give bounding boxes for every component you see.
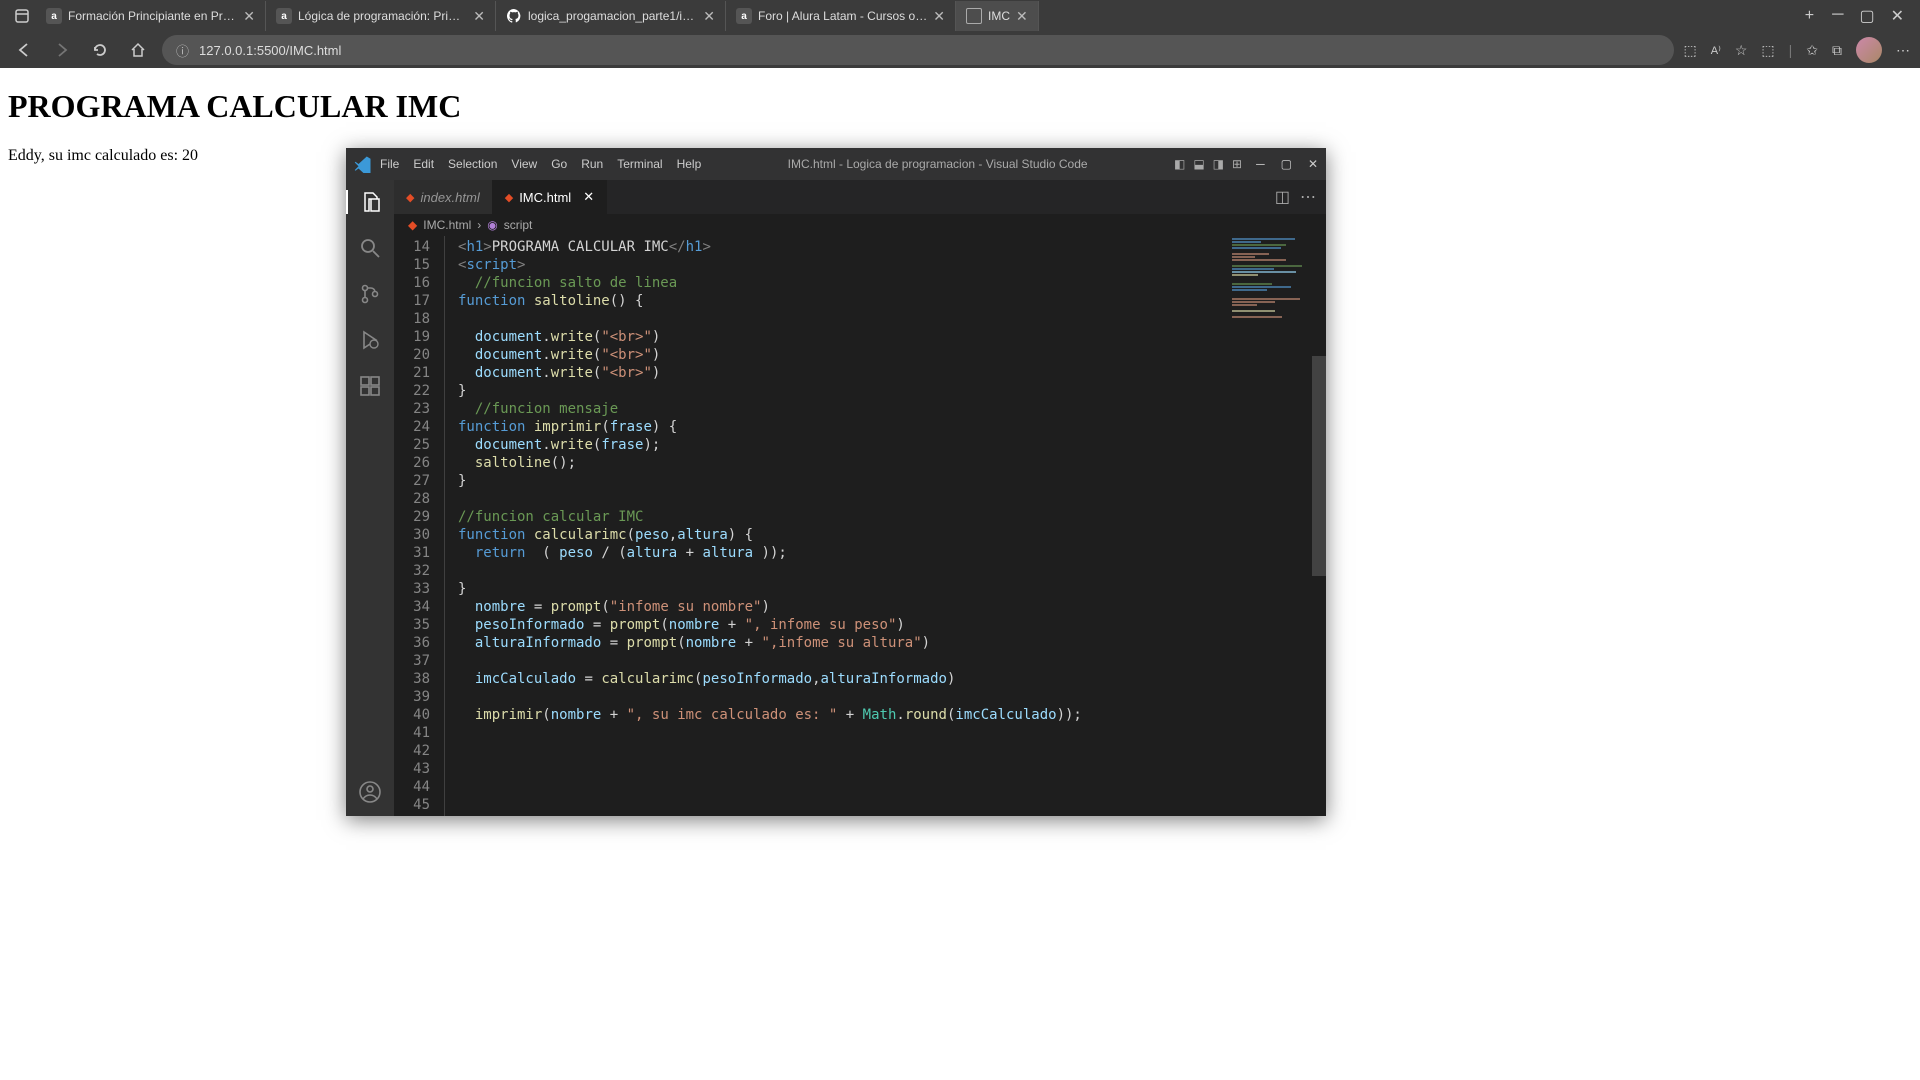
close-icon[interactable]: ✕: [1891, 6, 1904, 26]
html-file-icon: ◆: [406, 191, 414, 204]
maximize-icon[interactable]: ▢: [1859, 6, 1874, 26]
browser-tab[interactable]: a Lógica de programación: Primero ✕: [266, 1, 496, 31]
scrollbar-thumb[interactable]: [1312, 356, 1326, 576]
url-text: 127.0.0.1:5500/IMC.html: [199, 43, 341, 58]
code-editor[interactable]: 1415161718192021222324252627282930313233…: [394, 236, 1326, 816]
favicon-github-icon: [506, 8, 522, 24]
add-favorite-icon[interactable]: ✩: [1806, 42, 1818, 59]
tab-title: Formación Principiante en Progr: [68, 9, 237, 23]
menu-terminal[interactable]: Terminal: [617, 157, 662, 171]
collections-icon[interactable]: ⧉: [1832, 42, 1842, 59]
tab-close-icon[interactable]: ✕: [473, 8, 485, 25]
breadcrumb-symbol: script: [504, 218, 533, 232]
vscode-window-controls: ─ ▢ ✕: [1256, 157, 1318, 171]
close-icon[interactable]: ✕: [1308, 157, 1318, 171]
nav-bar: ⓘ 127.0.0.1:5500/IMC.html ⬚ A⁾ ☆ ⬚ | ✩ ⧉…: [0, 32, 1920, 68]
maximize-icon[interactable]: ▢: [1281, 157, 1292, 171]
vscode-titlebar[interactable]: File Edit Selection View Go Run Terminal Help I…: [346, 148, 1326, 180]
address-bar[interactable]: ⓘ 127.0.0.1:5500/IMC.html: [162, 35, 1674, 65]
editor-tab-label: IMC.html: [519, 190, 571, 205]
more-icon[interactable]: ⋯: [1896, 42, 1910, 59]
tab-close-icon[interactable]: ✕: [583, 189, 594, 205]
vscode-title: IMC.html - Logica de programacion - Visu…: [701, 157, 1174, 171]
vscode-layout-icons: ◧ ⬓ ◨ ⊞: [1174, 157, 1242, 171]
extensions-icon[interactable]: [358, 374, 382, 398]
extensions-icon[interactable]: ⬚: [1761, 42, 1774, 59]
tab-close-icon[interactable]: ✕: [243, 8, 255, 25]
menu-file[interactable]: File: [380, 157, 399, 171]
toolbar-right: ⬚ A⁾ ☆ ⬚ | ✩ ⧉ ⋯: [1684, 37, 1910, 63]
tab-close-icon[interactable]: ✕: [1016, 8, 1028, 25]
scrollbar-track[interactable]: [1312, 236, 1326, 816]
breadcrumb-file: IMC.html: [423, 218, 471, 232]
shopping-icon[interactable]: ⬚: [1684, 42, 1697, 59]
minimap[interactable]: [1232, 238, 1312, 328]
favicon-alura-icon: a: [736, 8, 752, 24]
layout-icon[interactable]: ◨: [1213, 157, 1224, 171]
new-tab-button[interactable]: +: [1795, 7, 1824, 25]
browser-tab[interactable]: logica_progamacion_parte1/imc ✕: [496, 1, 726, 31]
browser-tab[interactable]: a Foro | Alura Latam - Cursos onlin ✕: [726, 1, 956, 31]
site-info-icon[interactable]: ⓘ: [176, 41, 189, 60]
editor-tab[interactable]: ◆ index.html: [394, 180, 493, 214]
more-actions-icon[interactable]: ⋯: [1300, 187, 1316, 207]
chevron-right-icon: ›: [477, 218, 481, 232]
menu-go[interactable]: Go: [551, 157, 567, 171]
favorites-icon[interactable]: ☆: [1735, 42, 1748, 59]
html-file-icon: ◆: [505, 191, 513, 204]
menu-view[interactable]: View: [511, 157, 537, 171]
indent-guide: [444, 236, 458, 816]
tab-close-icon[interactable]: ✕: [933, 8, 945, 25]
editor-area: ◆index.html◆IMC.html✕ ◫ ⋯ ◆ IMC.html › ◉…: [394, 180, 1326, 816]
editor-tab-label: index.html: [420, 190, 479, 205]
html-file-icon: ◆: [408, 218, 417, 232]
favicon-alura-icon: a: [276, 8, 292, 24]
editor-tabs: ◆ index.html ◆ IMC.html ✕ ◫ ⋯: [394, 180, 1326, 214]
tab-title: Foro | Alura Latam - Cursos onlin: [758, 9, 927, 23]
tab-actions-icon[interactable]: [8, 2, 36, 30]
tab-title: IMC: [988, 9, 1010, 23]
code-content[interactable]: <h1>PROGRAMA CALCULAR IMC</h1><script> /…: [458, 236, 1326, 816]
browser-tab[interactable]: IMC ✕: [956, 1, 1039, 31]
split-editor-icon[interactable]: ◫: [1275, 187, 1290, 207]
browser-chrome: a Formación Principiante en Progr ✕ a Lógica…: [0, 0, 1920, 68]
profile-avatar[interactable]: [1856, 37, 1882, 63]
explorer-icon[interactable]: [346, 190, 394, 214]
favicon-alura-icon: a: [46, 8, 62, 24]
window-controls: ─ ▢ ✕: [1824, 6, 1912, 26]
read-aloud-icon[interactable]: A⁾: [1711, 44, 1721, 57]
activity-bar: [346, 180, 394, 816]
tab-title: Lógica de programación: Primero: [298, 9, 467, 23]
minimize-icon[interactable]: ─: [1256, 157, 1265, 171]
editor-tab[interactable]: ◆ IMC.html ✕: [493, 180, 607, 214]
menu-run[interactable]: Run: [581, 157, 603, 171]
vscode-logo-icon: [354, 155, 372, 173]
breadcrumb[interactable]: ◆ IMC.html › ◉ script: [394, 214, 1326, 236]
page-heading: PROGRAMA CALCULAR IMC: [8, 88, 1912, 125]
page-content: PROGRAMA CALCULAR IMC Eddy, su imc calcu…: [0, 68, 1920, 1080]
tab-close-icon[interactable]: ✕: [703, 8, 715, 25]
browser-tab[interactable]: a Formación Principiante en Progr ✕: [36, 1, 266, 31]
layout-icon[interactable]: ◧: [1174, 157, 1185, 171]
refresh-button[interactable]: [86, 36, 114, 64]
forward-button[interactable]: [48, 36, 76, 64]
home-button[interactable]: [124, 36, 152, 64]
search-icon[interactable]: [358, 236, 382, 260]
minimize-icon[interactable]: ─: [1832, 6, 1843, 26]
line-gutter: 1415161718192021222324252627282930313233…: [394, 236, 444, 816]
symbol-icon: ◉: [487, 218, 497, 232]
tab-bar: a Formación Principiante en Progr ✕ a Lógica…: [0, 0, 1920, 32]
accounts-icon[interactable]: [358, 780, 382, 804]
tab-title: logica_progamacion_parte1/imc: [528, 9, 697, 23]
source-control-icon[interactable]: [358, 282, 382, 306]
back-button[interactable]: [10, 36, 38, 64]
menu-help[interactable]: Help: [677, 157, 702, 171]
layout-icon[interactable]: ⊞: [1232, 157, 1242, 171]
run-debug-icon[interactable]: [358, 328, 382, 352]
favicon-file-icon: [966, 8, 982, 24]
vscode-window: File Edit Selection View Go Run Terminal Help I…: [346, 148, 1326, 816]
menu-selection[interactable]: Selection: [448, 157, 497, 171]
menu-edit[interactable]: Edit: [413, 157, 434, 171]
layout-icon[interactable]: ⬓: [1193, 157, 1204, 171]
